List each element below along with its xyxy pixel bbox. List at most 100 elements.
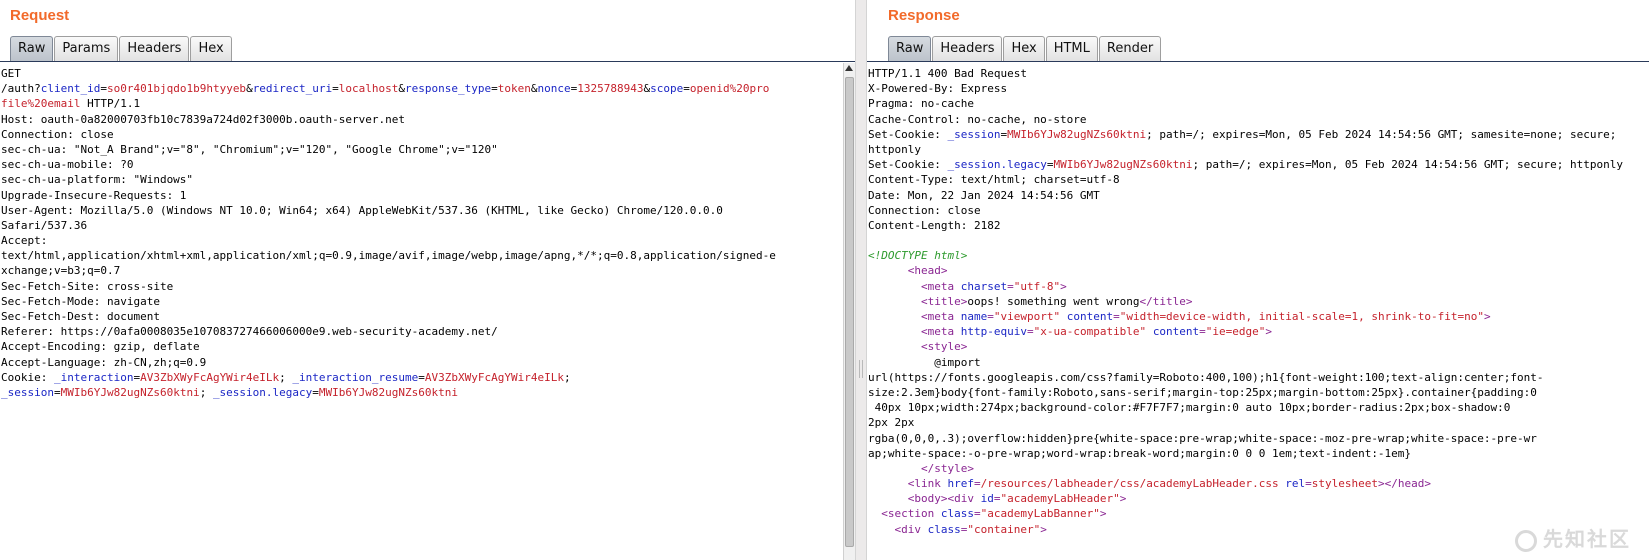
response-pane: Response Raw Headers Hex HTML Render HTTP/1.… [867,0,1649,560]
code-token: <div [947,492,981,506]
response-line: <link href=/resources/labheader/css/acad… [868,476,1649,491]
code-token: <div [894,522,928,536]
request-tab-raw[interactable]: Raw [10,36,54,61]
response-line: ap;white-space:-o-pre-wrap;word-wrap:bre… [868,446,1649,461]
code-token: > [1119,492,1127,506]
response-line: X-Powered-By: Express [868,81,1649,96]
response-tab-headers[interactable]: Headers [932,36,1003,61]
code-token: name [960,310,988,323]
code-token: 40px 10px;width:274px;background-color:#… [868,401,1511,415]
code-token: = [53,385,61,399]
response-line: Date: Mon, 22 Jan 2024 14:54:56 GMT [868,188,1649,203]
scroll-up-arrow-icon[interactable] [845,65,853,71]
code-token: Accept-Language: zh-CN,zh;q=0.9 [1,355,207,369]
code-token: Connection: close [868,203,981,217]
response-editor[interactable]: HTTP/1.1 400 Bad Request X-Powered-By: Ex… [867,63,1649,560]
code-token: = [418,370,425,384]
code-token: <meta [920,279,961,293]
code-token: ; [279,370,293,384]
response-line: <section class="academyLabBanner"> [868,506,1649,521]
code-token: oops! something went wrong [967,294,1140,308]
code-token: sec-ch-ua: "Not_A Brand";v="8", "Chromiu… [1,142,498,156]
code-token: > [1060,279,1067,293]
code-token: content [1152,325,1200,339]
code-token: size:2.3em}body{font-family:Roboto,sans-… [868,385,1537,399]
request-editor[interactable]: GET/auth?client_id=so0r401bjqdo1b9htyyeb… [0,63,843,560]
response-tab-render[interactable]: Render [1098,36,1162,61]
code-token: so0r401bjqdo1b9htyyeb [106,82,247,96]
code-token: Set-Cookie: [868,158,948,172]
code-token: "x-ua-compatible" [1033,325,1147,339]
request-line: Connection: close [1,127,843,142]
code-token: > [1483,310,1491,323]
code-token: _session.legacy [212,385,313,399]
code-token: = [993,492,1001,506]
request-tabbar: Raw Params Headers Hex [0,36,855,62]
request-line: file%20email HTTP/1.1 [1,96,843,111]
code-token: stylesheet [1311,477,1378,491]
code-token: Safari/537.36 [1,218,88,232]
code-token: <title> [920,294,968,308]
code-token: response_type [405,82,492,96]
code-token: xchange;v=b3;q=0.7 [1,264,121,278]
code-token: MWIb6YJw82ugNZs60ktni [1007,127,1147,141]
pane-splitter[interactable] [855,0,867,560]
request-line: User-Agent: Mozilla/5.0 (Windows NT 10.0… [1,203,843,218]
request-line: Accept: [1,233,843,248]
response-line: </style> [868,461,1649,476]
request-line: text/html,application/xhtml+xml,applicat… [1,248,843,263]
code-token: ></head> [1378,477,1431,491]
code-token: MWIb6YJw82ugNZs60ktni [60,385,200,399]
code-token: scope [650,82,684,96]
response-tab-hex[interactable]: Hex [1003,36,1045,61]
code-token: url(https://fonts.googleapis.com/css?fam… [868,370,1544,384]
code-token: </title> [1139,294,1193,308]
request-tab-hex[interactable]: Hex [190,36,232,61]
code-token: _interaction [53,370,134,384]
code-token: & [530,82,538,96]
code-token: Content-Length: 2182 [868,218,1001,232]
code-token: localhost [338,82,399,96]
response-tab-html[interactable]: HTML [1045,36,1098,61]
response-line: @import [868,355,1649,370]
code-token: <body> [907,492,948,506]
code-token: redirect_uri [252,82,333,96]
code-token: Content-Type: text/html; charset=utf-8 [868,173,1120,187]
response-line: <title>oops! something went wrong</title… [868,294,1649,309]
code-token: http-equiv [960,325,1027,339]
code-token: = [1007,279,1014,293]
request-line: Host: oauth-0a82000703fb10c7839a724d02f3… [1,112,843,127]
splitter-grip-icon[interactable] [859,360,863,378]
code-token: Cookie: [1,370,54,384]
code-token: "academyLabBanner" [980,507,1100,521]
code-token: AV3ZbXWyFcAgYWir4eILk [424,370,564,384]
scrollbar-thumb[interactable] [845,77,854,547]
code-token: _session [1,385,54,399]
code-token: rel [1285,477,1306,491]
code-token: Host: oauth-0a82000703fb10c7839a724d02f3… [1,112,405,126]
code-token: httponly [868,142,921,156]
response-tab-raw[interactable]: Raw [888,36,932,61]
request-tab-params[interactable]: Params [54,36,119,61]
response-tabbar: Raw Headers Hex HTML Render [867,36,1649,62]
response-line: Set-Cookie: _session.legacy=MWIb6YJw82ug… [868,157,1649,172]
code-token: charset [960,279,1008,293]
code-token: <section [881,507,941,521]
code-token: MWIb6YJw82ugNZs60ktni [318,385,458,399]
code-token: <style> [920,340,968,354]
code-token: @import [868,355,981,369]
request-pane: Request Raw Params Headers Hex GET/auth?cli… [0,0,855,560]
request-tab-headers[interactable]: Headers [119,36,190,61]
code-token: nonce [537,82,571,96]
code-token: AV3ZbXWyFcAgYWir4eILk [140,370,280,384]
response-line: size:2.3em}body{font-family:Roboto,sans-… [868,385,1649,400]
code-token: _session.legacy [947,158,1047,172]
code-token: sec-ch-ua-mobile: ?0 [1,158,134,172]
request-scrollbar[interactable] [843,63,855,560]
